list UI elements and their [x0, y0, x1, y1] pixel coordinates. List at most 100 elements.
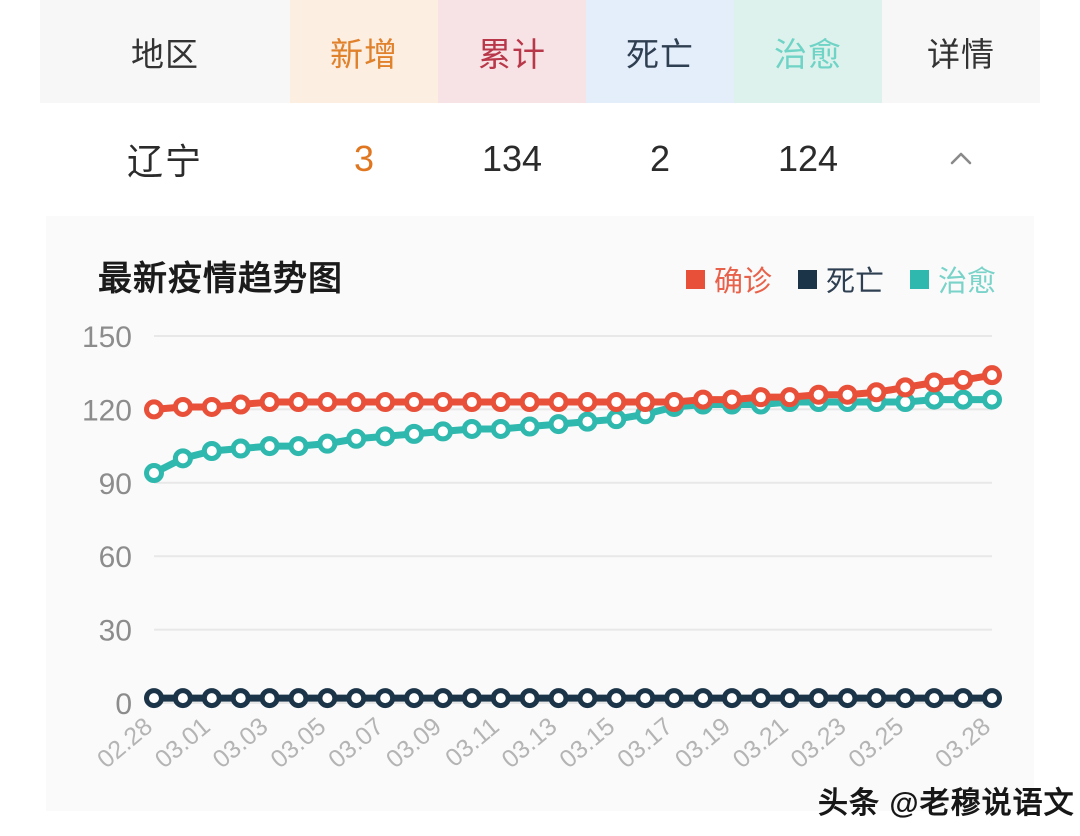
data-point[interactable] [895, 377, 916, 398]
data-point[interactable] [404, 423, 425, 444]
x-axis-tick-label: 03.28 [930, 712, 996, 774]
data-point[interactable] [982, 365, 1002, 386]
data-point[interactable] [808, 688, 829, 709]
data-point[interactable] [201, 396, 222, 417]
legend-swatch-confirmed [685, 269, 705, 289]
data-point[interactable] [635, 688, 656, 709]
data-point[interactable] [924, 688, 945, 709]
data-point[interactable] [461, 392, 482, 413]
data-point[interactable] [317, 392, 338, 413]
data-point[interactable] [346, 392, 367, 413]
legend-item-confirmed[interactable]: 确诊 [685, 258, 772, 300]
data-point[interactable] [953, 370, 974, 391]
data-point[interactable] [490, 688, 511, 709]
data-point[interactable] [577, 411, 598, 432]
data-point[interactable] [375, 688, 396, 709]
data-point[interactable] [548, 392, 569, 413]
data-point[interactable] [288, 688, 309, 709]
data-point[interactable] [404, 688, 425, 709]
data-point[interactable] [288, 436, 309, 457]
data-point[interactable] [432, 392, 453, 413]
data-point[interactable] [432, 688, 453, 709]
data-point[interactable] [288, 392, 309, 413]
x-axis-tick-label: 02.28 [92, 712, 158, 774]
legend-item-death[interactable]: 死亡 [797, 258, 884, 300]
data-point[interactable] [577, 688, 598, 709]
table-row[interactable]: 辽宁 3 134 2 124 [40, 103, 1040, 215]
data-point[interactable] [172, 688, 193, 709]
data-point[interactable] [519, 688, 540, 709]
data-point[interactable] [837, 688, 858, 709]
data-point[interactable] [895, 688, 916, 709]
epidemic-stats-page: 地区 新增 累计 死亡 治愈 详情 辽宁 3 134 2 124 最新疫情趋势图 [0, 0, 1080, 836]
column-header-detail[interactable]: 详情 [882, 0, 1040, 103]
data-point[interactable] [750, 688, 771, 709]
data-point[interactable] [635, 392, 656, 413]
data-point[interactable] [577, 392, 598, 413]
data-point[interactable] [259, 688, 280, 709]
data-point[interactable] [837, 384, 858, 405]
data-point[interactable] [721, 688, 742, 709]
data-point[interactable] [346, 688, 367, 709]
cell-detail-toggle[interactable] [882, 103, 1040, 215]
data-point[interactable] [461, 418, 482, 439]
data-point[interactable] [606, 392, 627, 413]
data-point[interactable] [664, 392, 685, 413]
data-point[interactable] [924, 389, 945, 410]
data-point[interactable] [201, 440, 222, 461]
column-header-region[interactable]: 地区 [40, 0, 290, 103]
data-point[interactable] [779, 688, 800, 709]
legend-item-cured[interactable]: 治愈 [909, 258, 996, 300]
data-point[interactable] [779, 387, 800, 408]
data-point[interactable] [346, 428, 367, 449]
data-point[interactable] [982, 389, 1002, 410]
data-point[interactable] [750, 387, 771, 408]
data-point[interactable] [317, 433, 338, 454]
data-point[interactable] [259, 436, 280, 457]
column-header-cured[interactable]: 治愈 [734, 0, 882, 103]
data-point[interactable] [721, 389, 742, 410]
data-point[interactable] [259, 392, 280, 413]
data-point[interactable] [519, 392, 540, 413]
data-point[interactable] [144, 463, 164, 484]
data-point[interactable] [606, 688, 627, 709]
data-point[interactable] [172, 448, 193, 469]
data-point[interactable] [230, 394, 251, 415]
data-point[interactable] [866, 382, 887, 403]
chart-plot-area: 0 30 60 90 120 150 02.28 03.01 03.03 03.05 03.07 03… [46, 306, 1034, 811]
column-header-total[interactable]: 累计 [438, 0, 586, 103]
data-point[interactable] [375, 426, 396, 447]
data-point[interactable] [432, 421, 453, 442]
y-axis-tick-label: 60 [99, 541, 132, 574]
data-point[interactable] [693, 688, 714, 709]
data-point[interactable] [548, 414, 569, 435]
data-point[interactable] [982, 688, 1002, 709]
data-point[interactable] [144, 688, 164, 709]
data-point[interactable] [317, 688, 338, 709]
column-header-new[interactable]: 新增 [290, 0, 438, 103]
data-point[interactable] [664, 688, 685, 709]
data-point[interactable] [693, 389, 714, 410]
data-point[interactable] [461, 688, 482, 709]
data-point[interactable] [172, 396, 193, 417]
data-point[interactable] [404, 392, 425, 413]
data-point[interactable] [519, 416, 540, 437]
chevron-up-icon[interactable] [948, 146, 974, 172]
x-axis-tick-label: 03.03 [208, 712, 274, 774]
data-point[interactable] [230, 688, 251, 709]
data-point[interactable] [144, 399, 164, 420]
data-point[interactable] [924, 372, 945, 393]
data-point[interactable] [201, 688, 222, 709]
data-point[interactable] [953, 688, 974, 709]
data-point[interactable] [490, 418, 511, 439]
column-header-death[interactable]: 死亡 [586, 0, 734, 103]
data-point[interactable] [375, 392, 396, 413]
data-point[interactable] [548, 688, 569, 709]
data-point[interactable] [606, 409, 627, 430]
data-point[interactable] [866, 688, 887, 709]
legend-label-cured: 治愈 [937, 266, 996, 298]
data-point[interactable] [953, 389, 974, 410]
data-point[interactable] [230, 438, 251, 459]
data-point[interactable] [808, 384, 829, 405]
data-point[interactable] [490, 392, 511, 413]
